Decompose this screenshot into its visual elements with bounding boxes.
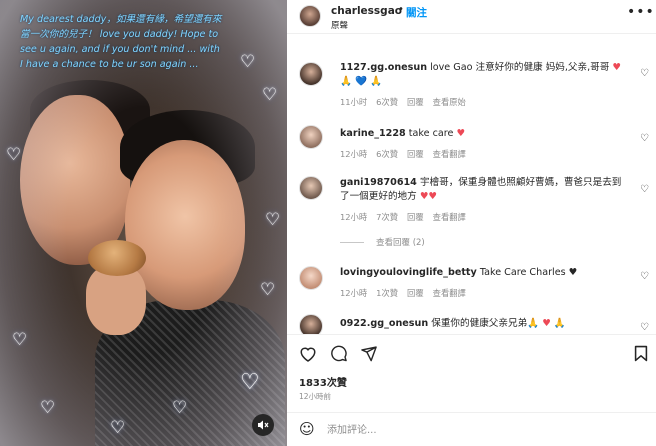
comment-username[interactable]: 0922.gg_onesun xyxy=(340,318,428,329)
overlay-line: I have a chance to be ur son again ... xyxy=(20,59,199,70)
comment-username[interactable]: karine_1228 xyxy=(340,128,406,139)
comment-text: 保重你的健康父亲兄弟🙏 xyxy=(431,318,543,329)
reply-button[interactable]: 回覆 xyxy=(407,288,424,298)
comment-meta: 12小時 6次贊 回覆 查看翻譯 xyxy=(340,148,475,160)
red-heart-icon: ♥♥ xyxy=(419,191,438,202)
like-comment-heart-icon[interactable]: ♡ xyxy=(640,68,649,79)
commenter-avatar[interactable] xyxy=(299,176,323,200)
comment-meta: 11小时 6次贊 回覆 查看原始 xyxy=(340,96,475,108)
comment-text: 了一個更好的地方 xyxy=(340,191,420,202)
media-caption-overlay: My dearest daddy，如果還有緣，希望還有來 當一次你的兒子！ lo… xyxy=(20,12,270,72)
post-header: charlessgao • 關注 原聲 ••• xyxy=(287,0,656,34)
view-replies-label: 查看回覆 (2) xyxy=(376,238,425,248)
like-comment-heart-icon[interactable]: ♡ xyxy=(640,184,649,195)
author-username[interactable]: charlessgao xyxy=(331,5,402,17)
overlay-line: see u again, and if you don't mind ... w… xyxy=(20,44,220,55)
commenter-avatar[interactable] xyxy=(299,125,323,149)
comment-body: lovingyoulovinglife_betty Take Care Char… xyxy=(340,266,630,280)
follow-button[interactable]: 關注 xyxy=(406,5,427,20)
see-translation-button[interactable]: 查看翻譯 xyxy=(433,149,466,159)
comment-input[interactable] xyxy=(327,420,577,440)
comment-time[interactable]: 12小時 xyxy=(340,212,367,222)
like-heart-icon[interactable] xyxy=(299,345,317,366)
reply-button[interactable]: 回覆 xyxy=(407,212,424,222)
heart-decoration-icon: ♡ xyxy=(262,85,278,105)
comments-list[interactable]: 1127.gg.onesun love Gao 注意好你的健康 妈妈,父亲,哥哥… xyxy=(287,34,656,334)
post-media[interactable]: ♡ ♡ ♡ ♡ ♡ ♡ ♡ ♡ ♡ ♡ My dearest daddy，如果還… xyxy=(0,0,287,446)
comment-username[interactable]: 1127.gg.onesun xyxy=(340,62,427,73)
audio-label[interactable]: 原聲 xyxy=(331,19,348,31)
heart-decoration-icon: ♡ xyxy=(12,330,28,350)
comment-like-count[interactable]: 1次贊 xyxy=(376,288,398,298)
post-date[interactable]: 12小時前 xyxy=(299,391,331,402)
comment-like-count[interactable]: 6次贊 xyxy=(376,97,398,107)
comment-body: gani19870614 宇檜哥，保重身體也照顧好曹媽，曹爸只是去到 了一個更好… xyxy=(340,176,630,204)
comment-text: 🙏 xyxy=(553,318,566,329)
comment-body: karine_1228 take care ♥ xyxy=(340,127,630,141)
view-replies-button[interactable]: 查看回覆 (2) xyxy=(340,236,425,248)
commenter-avatar[interactable] xyxy=(299,266,323,290)
like-comment-heart-icon[interactable]: ♡ xyxy=(640,271,649,282)
share-paper-plane-icon[interactable] xyxy=(360,345,378,366)
red-heart-icon: ♥ xyxy=(612,62,622,73)
like-comment-heart-icon[interactable]: ♡ xyxy=(640,322,649,333)
add-comment-bar: ☺ xyxy=(287,412,656,446)
red-heart-icon: ♥ xyxy=(542,318,551,329)
heart-decoration-icon: ♡ xyxy=(260,280,276,300)
comment-bubble-icon[interactable] xyxy=(330,345,348,366)
author-avatar[interactable] xyxy=(299,5,321,27)
see-original-button[interactable]: 查看原始 xyxy=(433,97,466,107)
heart-decoration-icon: ♡ xyxy=(240,370,260,395)
comment-text: take care xyxy=(408,128,457,139)
bookmark-save-icon[interactable] xyxy=(634,345,648,366)
overlay-line: My dearest daddy，如果還有緣，希望還有來 xyxy=(20,14,222,25)
see-translation-button[interactable]: 查看翻譯 xyxy=(433,212,466,222)
post-actions-bar xyxy=(287,334,656,374)
emoji-picker-icon[interactable]: ☺ xyxy=(299,420,315,438)
comment-body: 0922.gg_onesun 保重你的健康父亲兄弟🙏 ♥ 🙏 xyxy=(340,317,630,331)
red-heart-icon: ♥ xyxy=(456,128,466,139)
mute-button[interactable] xyxy=(252,414,274,436)
commenter-avatar[interactable] xyxy=(299,62,323,86)
heart-decoration-icon: ♡ xyxy=(40,398,56,418)
separator-dot: • xyxy=(398,4,404,15)
comment-meta: 12小時 7次贊 回覆 查看翻譯 xyxy=(340,211,475,223)
heart-decoration-icon: ♡ xyxy=(110,418,126,438)
more-options-icon[interactable]: ••• xyxy=(627,4,655,20)
comment-body: 1127.gg.onesun love Gao 注意好你的健康 妈妈,父亲,哥哥… xyxy=(340,61,630,89)
see-translation-button[interactable]: 查看翻譯 xyxy=(433,288,466,298)
comment-username[interactable]: gani19870614 xyxy=(340,177,417,188)
divider-line xyxy=(340,242,364,243)
likes-count[interactable]: 1833次贊 xyxy=(299,374,347,389)
comment-text: 🙏 💙 🙏 xyxy=(340,76,382,87)
commenter-avatar[interactable] xyxy=(299,314,323,334)
post-panel: charlessgao • 關注 原聲 ••• 1127.gg.onesun l… xyxy=(287,0,656,446)
comment-time[interactable]: 12小時 xyxy=(340,288,367,298)
comment-text: love Gao 注意好你的健康 妈妈,父亲,哥哥 xyxy=(430,62,613,73)
comment-meta: 12小時 1次贊 回覆 查看翻譯 xyxy=(340,287,475,299)
comment-time[interactable]: 11小时 xyxy=(340,97,367,107)
comment-time[interactable]: 12小時 xyxy=(340,149,367,159)
speaker-muted-icon xyxy=(258,420,269,430)
overlay-line: 當一次你的兒子！ love you daddy! Hope to xyxy=(20,29,219,40)
comment-like-count[interactable]: 7次贊 xyxy=(376,212,398,222)
heart-decoration-icon: ♡ xyxy=(6,145,22,165)
comment-username[interactable]: lovingyoulovinglife_betty xyxy=(340,267,477,278)
reply-button[interactable]: 回覆 xyxy=(407,97,424,107)
comment-text: 宇檜哥，保重身體也照顧好曹媽，曹爸只是去到 xyxy=(419,177,622,188)
reply-button[interactable]: 回覆 xyxy=(407,149,424,159)
heart-decoration-icon: ♡ xyxy=(172,398,188,418)
black-heart-icon: ♥ xyxy=(568,267,578,278)
comment-like-count[interactable]: 6次贊 xyxy=(376,149,398,159)
like-comment-heart-icon[interactable]: ♡ xyxy=(640,133,649,144)
heart-decoration-icon: ♡ xyxy=(265,210,281,230)
comment-text: Take Care Charles xyxy=(479,267,569,278)
